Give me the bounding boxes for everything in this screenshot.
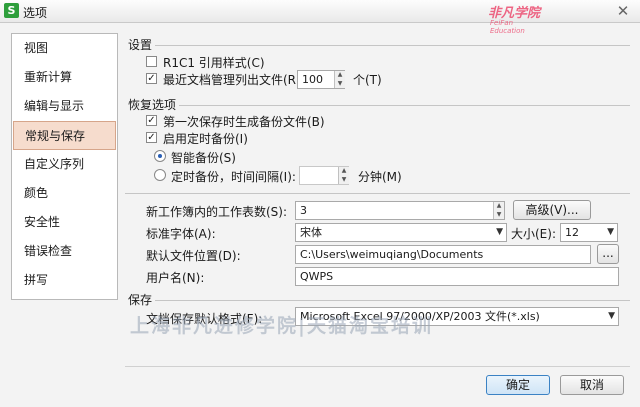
chevron-down-icon: ▼: [608, 311, 615, 321]
title-bar: S 选项 ✕: [0, 0, 640, 23]
chevron-down-icon: ▼: [496, 227, 503, 237]
settings-group-title: 设置: [128, 38, 153, 52]
sheet-count-value: 3: [300, 204, 307, 217]
app-icon: S: [4, 3, 19, 18]
font-size-value: 12: [565, 226, 579, 239]
font-size-label: 大小(E):: [511, 227, 556, 241]
standard-font-value: 宋体: [300, 226, 322, 239]
font-size-dropdown[interactable]: 12 ▼: [560, 223, 618, 242]
interval-minutes-spinner[interactable]: ▲ ▼: [338, 167, 349, 184]
standard-font-label: 标准字体(A):: [146, 227, 216, 241]
chevron-down-icon: ▼: [607, 227, 614, 237]
sidebar-item-security[interactable]: 安全性: [12, 208, 117, 237]
recent-files-unit: 个(T): [353, 73, 382, 87]
interval-minutes-unit: 分钟(M): [358, 170, 402, 184]
interval-backup-label: 定时备份，时间间隔(I):: [171, 170, 296, 184]
username-value: QWPS: [300, 270, 334, 283]
recovery-group-title: 恢复选项: [128, 98, 177, 112]
timed-backup-label: 启用定时备份(I): [163, 132, 248, 146]
window-title: 选项: [23, 6, 48, 20]
close-button[interactable]: ✕: [612, 2, 634, 20]
first-save-backup-checkbox[interactable]: ✓: [146, 115, 157, 126]
timed-backup-checkbox[interactable]: ✓: [146, 132, 157, 143]
username-label: 用户名(N):: [146, 271, 205, 285]
cancel-button[interactable]: 取消: [560, 375, 624, 395]
save-group-title: 保存: [128, 293, 153, 307]
smart-backup-label: 智能备份(S): [171, 151, 236, 165]
advanced-button[interactable]: 高级(V)...: [513, 200, 591, 220]
watermark-logo-subtext: FeiFan Education: [490, 19, 525, 35]
recovery-divider: [179, 105, 630, 106]
sidebar-item-general-save[interactable]: 常规与保存: [13, 121, 116, 150]
sidebar-item-view[interactable]: 视图: [12, 34, 117, 63]
recent-files-count-value: 100: [302, 73, 323, 86]
footer-divider: [125, 366, 630, 367]
recent-files-spinner[interactable]: ▲ ▼: [334, 71, 345, 88]
watermark-text: 上海非凡进修学院|天猫淘宝培训: [130, 315, 433, 337]
recent-files-label: 最近文档管理列出文件(R):: [163, 73, 305, 87]
sidebar-item-spelling[interactable]: 拼写: [12, 266, 117, 295]
first-save-backup-label: 第一次保存时生成备份文件(B): [163, 115, 325, 129]
standard-font-dropdown[interactable]: 宋体 ▼: [295, 223, 507, 242]
settings-divider: [155, 45, 630, 46]
sidebar-item-edit-display[interactable]: 编辑与显示: [12, 92, 117, 121]
browse-button[interactable]: ...: [597, 244, 619, 264]
interval-backup-radio[interactable]: [154, 169, 166, 181]
r1c1-label: R1C1 引用样式(C): [163, 56, 265, 70]
recent-files-checkbox[interactable]: ✓: [146, 73, 157, 84]
watermark-logo: 非凡学院 FeiFan Education: [478, 2, 540, 35]
workbook-divider: [125, 193, 630, 194]
ok-button[interactable]: 确定: [486, 375, 550, 395]
save-divider: [155, 300, 630, 301]
smart-backup-radio[interactable]: [154, 150, 166, 162]
default-location-label: 默认文件位置(D):: [146, 249, 241, 263]
sheet-count-spinner[interactable]: ▲ ▼: [493, 202, 504, 219]
sidebar-item-error-checking[interactable]: 错误检查: [12, 237, 117, 266]
sidebar-item-recalculate[interactable]: 重新计算: [12, 63, 117, 92]
sheet-count-label: 新工作簿内的工作表数(S):: [146, 205, 288, 219]
r1c1-checkbox[interactable]: [146, 56, 157, 67]
sidebar-item-colors[interactable]: 颜色: [12, 179, 117, 208]
username-input[interactable]: QWPS: [295, 267, 619, 286]
default-location-input[interactable]: C:\Users\weimuqiang\Documents: [295, 245, 591, 264]
sidebar-item-custom-lists[interactable]: 自定义序列: [12, 150, 117, 179]
default-location-value: C:\Users\weimuqiang\Documents: [300, 248, 484, 261]
sheet-count-input[interactable]: 3: [295, 201, 505, 220]
options-sidebar: 视图 重新计算 编辑与显示 常规与保存 自定义序列 颜色 安全性 错误检查 拼写: [11, 33, 118, 300]
